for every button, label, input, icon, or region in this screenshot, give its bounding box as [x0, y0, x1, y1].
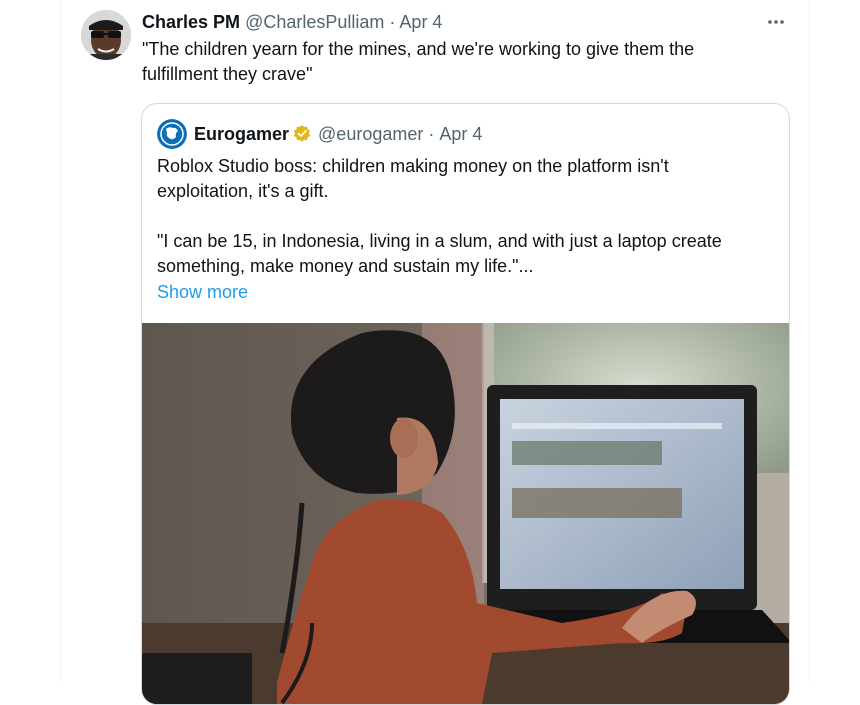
verified-badge-icon [292, 124, 312, 144]
more-horizontal-icon [768, 20, 784, 24]
quoted-tweet-card[interactable]: Eurogamer @eurogamer · Apr 4 Roblox Stud… [141, 103, 790, 705]
quoted-tweet-header: Eurogamer @eurogamer · Apr 4 [194, 122, 482, 146]
author-avatar[interactable] [81, 10, 131, 60]
quoted-separator-dot: · [428, 124, 435, 144]
quoted-tweet-image[interactable] [142, 323, 789, 704]
tweet-date[interactable]: Apr 4 [399, 12, 442, 32]
author-handle[interactable]: @CharlesPulliam [245, 12, 384, 32]
author-name[interactable]: Charles PM [142, 12, 240, 32]
separator-dot: · [389, 12, 396, 32]
tweet-header: Charles PM @CharlesPulliam · Apr 4 [142, 10, 442, 34]
quoted-tweet-date[interactable]: Apr 4 [439, 122, 482, 146]
show-more-link[interactable]: Show more [157, 280, 248, 305]
quoted-author-avatar[interactable] [157, 119, 187, 149]
timeline-left-border [60, 0, 61, 682]
timeline-right-border [809, 0, 810, 682]
quoted-author-name[interactable]: Eurogamer [194, 122, 289, 146]
tweet-text: "The children yearn for the mines, and w… [142, 39, 695, 84]
more-options-button[interactable] [762, 8, 790, 36]
quoted-tweet-text: Roblox Studio boss: children making mone… [157, 156, 722, 276]
quoted-author-handle[interactable]: @eurogamer [318, 122, 423, 146]
